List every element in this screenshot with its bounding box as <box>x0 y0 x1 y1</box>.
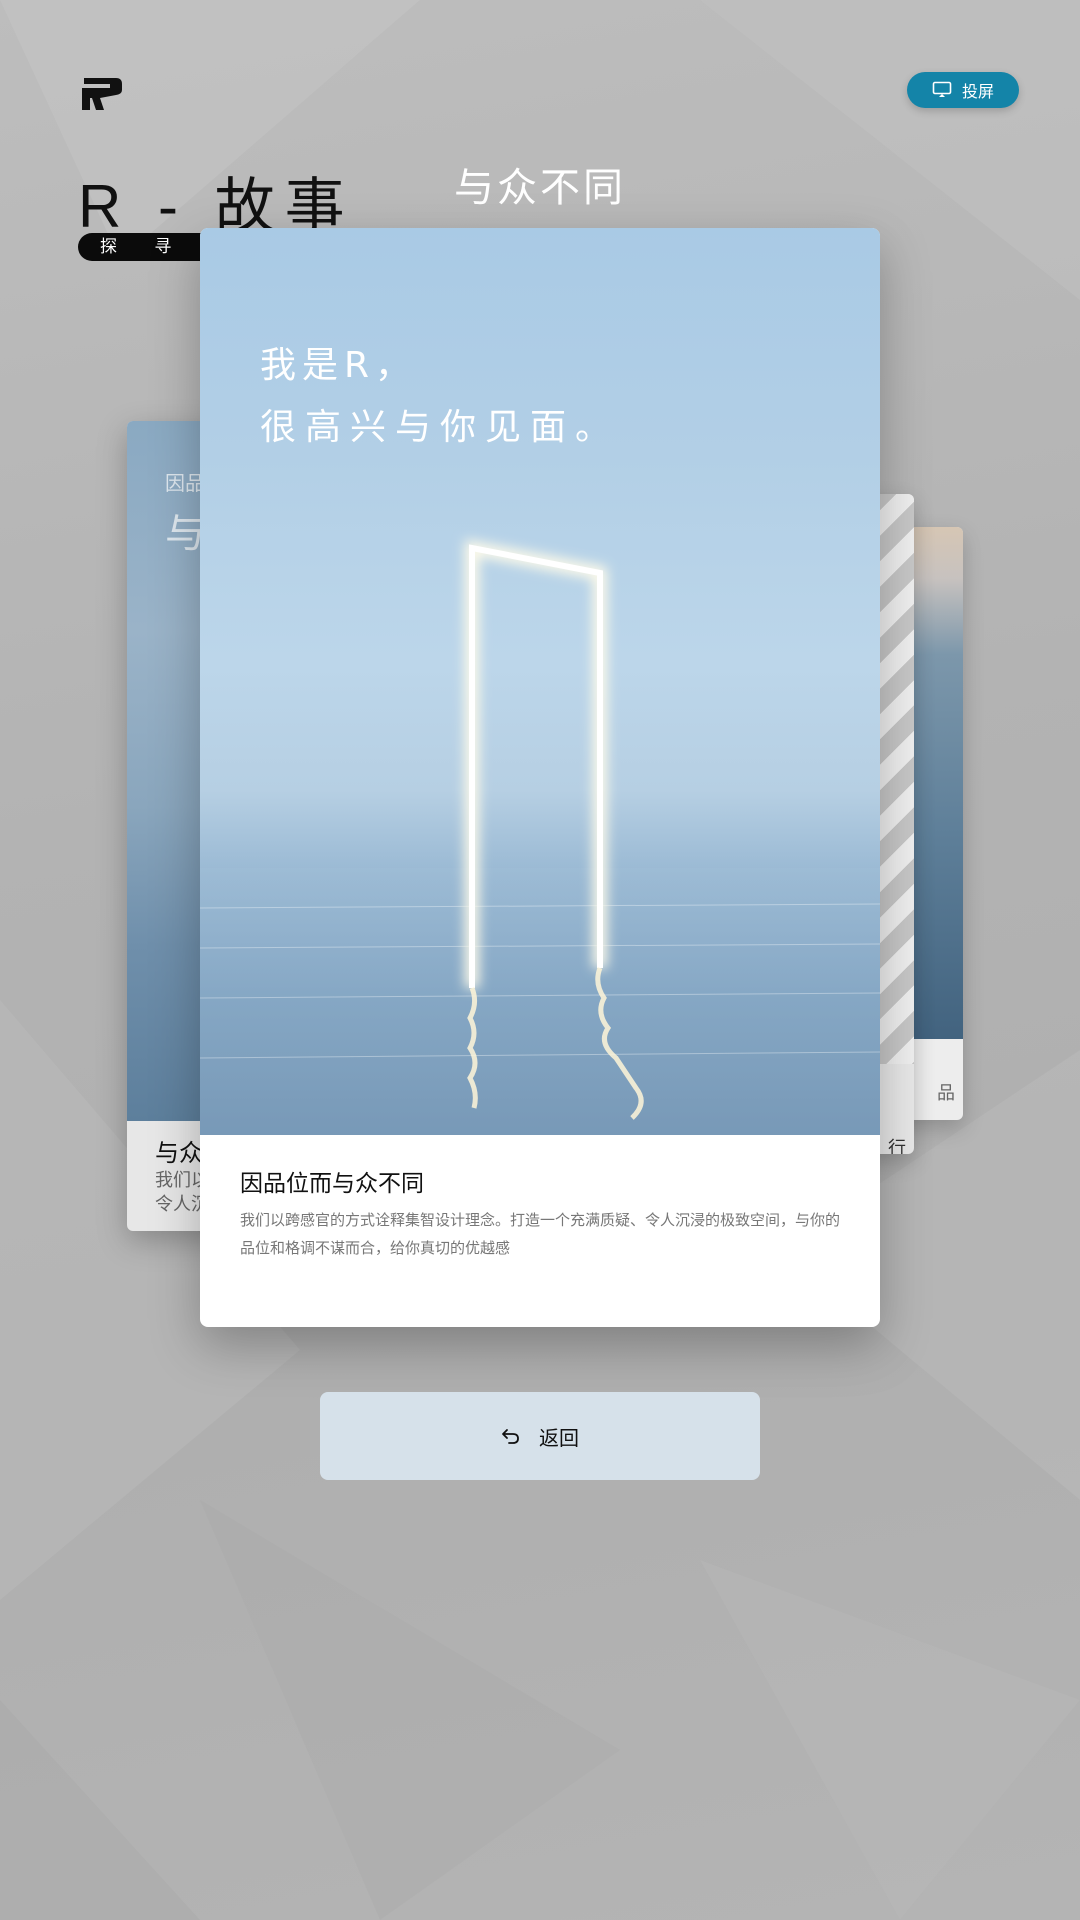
story-card-main[interactable]: 我是R， 很高兴与你见面。 因品位而与众不同 我们以跨感官的方式诠释集智设计理念… <box>200 228 880 1327</box>
hero-text-line: 我是R， <box>260 345 418 386</box>
back-button-label: 返回 <box>539 1425 579 1450</box>
back-button[interactable]: 返回 <box>320 1392 760 1480</box>
card-caption: 行 <box>888 1138 906 1154</box>
cast-button-label: 投屏 <box>961 82 994 101</box>
brand-r-logo[interactable] <box>80 74 124 112</box>
card-title: 与众 <box>155 1139 203 1167</box>
hero-text-line: 很高兴与你见面。 <box>260 407 621 448</box>
cast-screen-icon <box>932 81 952 97</box>
cast-screen-button[interactable]: 投屏 <box>907 72 1019 108</box>
card-title: 因品位而与众不同 <box>240 1171 424 1197</box>
card-caption: 品 <box>937 1083 955 1104</box>
card-description: 我们以跨感官的方式诠释集智设计理念。打造一个充满质疑、令人沉浸的极致空间，与你的… <box>240 1211 841 1257</box>
undo-arrow-icon <box>502 1429 519 1444</box>
card-image-title: 与 <box>165 511 205 557</box>
section-heading: 与众不同 <box>454 165 626 211</box>
card-image-category: 因品 <box>165 471 205 495</box>
